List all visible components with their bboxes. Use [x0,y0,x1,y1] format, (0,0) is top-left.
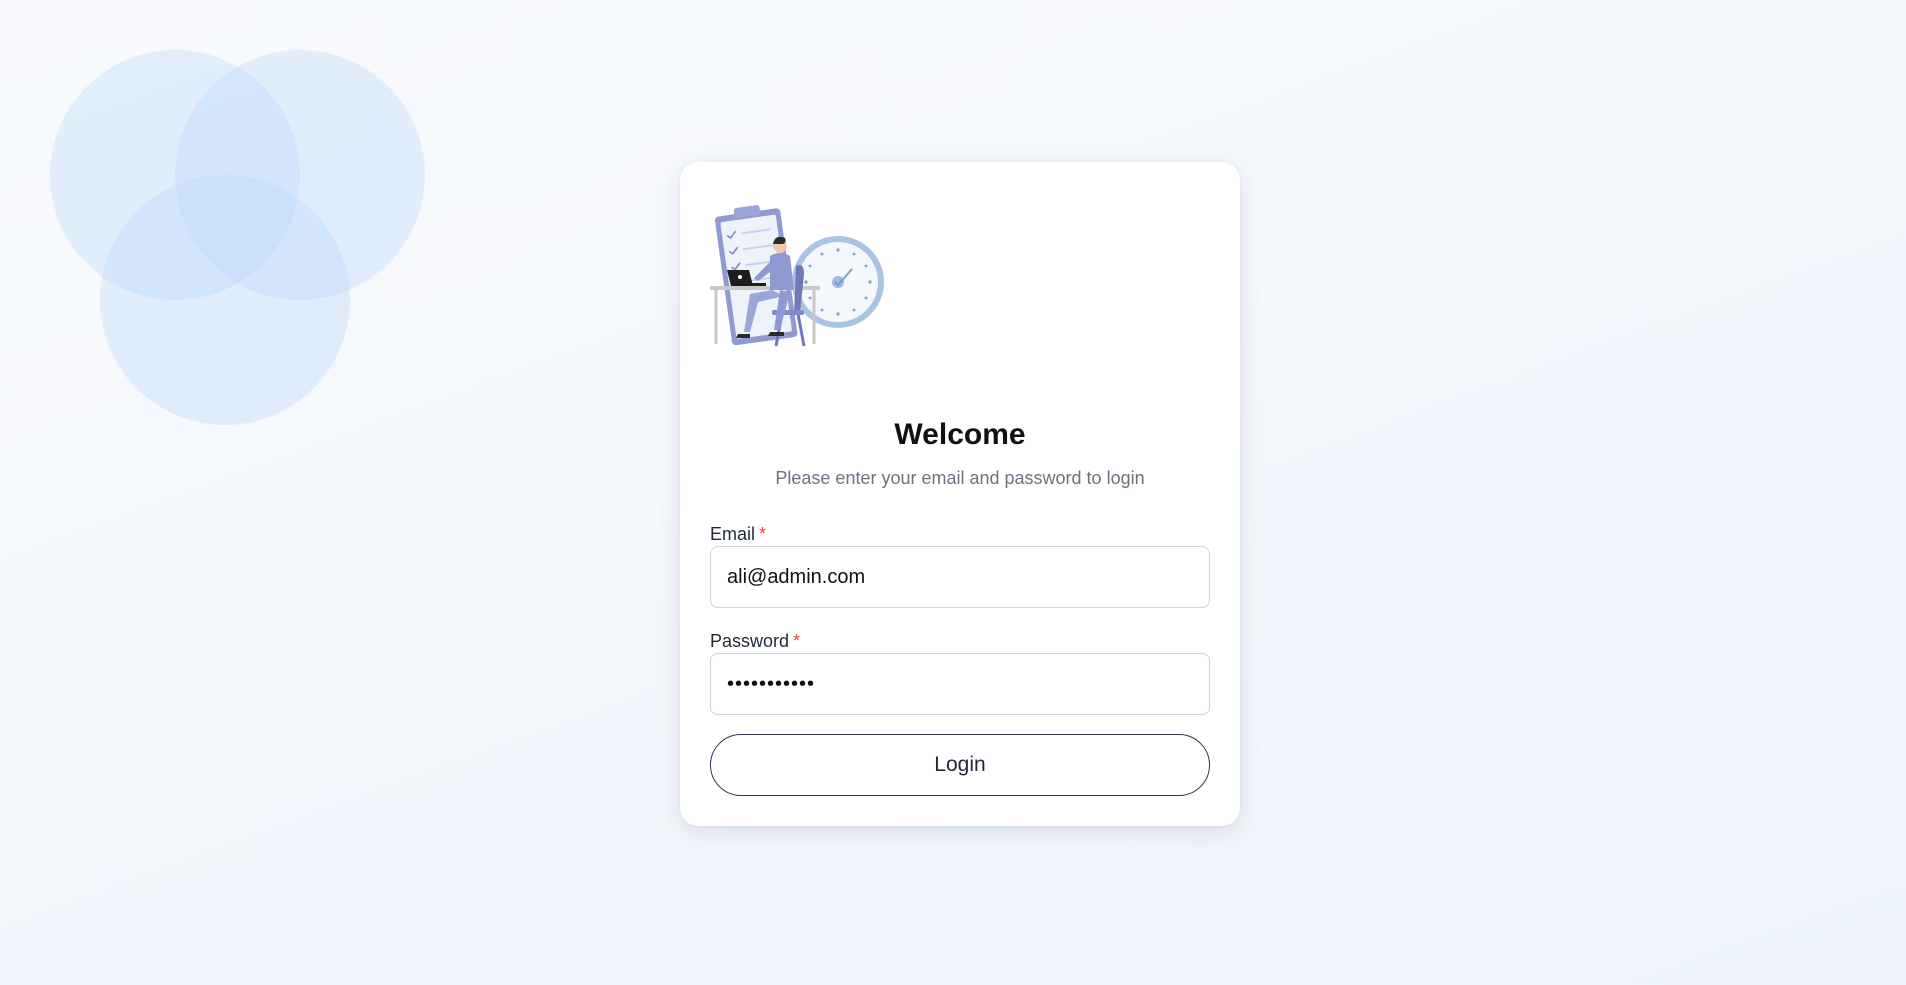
required-indicator: * [793,631,801,651]
password-label-text: Password [710,631,790,651]
decor-circle [100,175,350,425]
password-label: Password * [710,631,800,652]
login-subtitle: Please enter your email and password to … [775,468,1145,488]
email-input[interactable] [710,546,1210,608]
page-title: Welcome [894,418,1026,451]
password-input[interactable] [710,653,1210,715]
login-card: Welcome Please enter your email and pass… [680,162,1240,826]
decor-circle [175,50,425,300]
email-label-text: Email [710,524,756,544]
login-button[interactable]: Login [710,734,1210,796]
background-decoration [0,0,440,440]
email-label: Email * [710,524,766,545]
required-indicator: * [759,524,767,544]
decor-circle [50,50,300,300]
person-at-laptop-illustration-icon [710,205,884,347]
